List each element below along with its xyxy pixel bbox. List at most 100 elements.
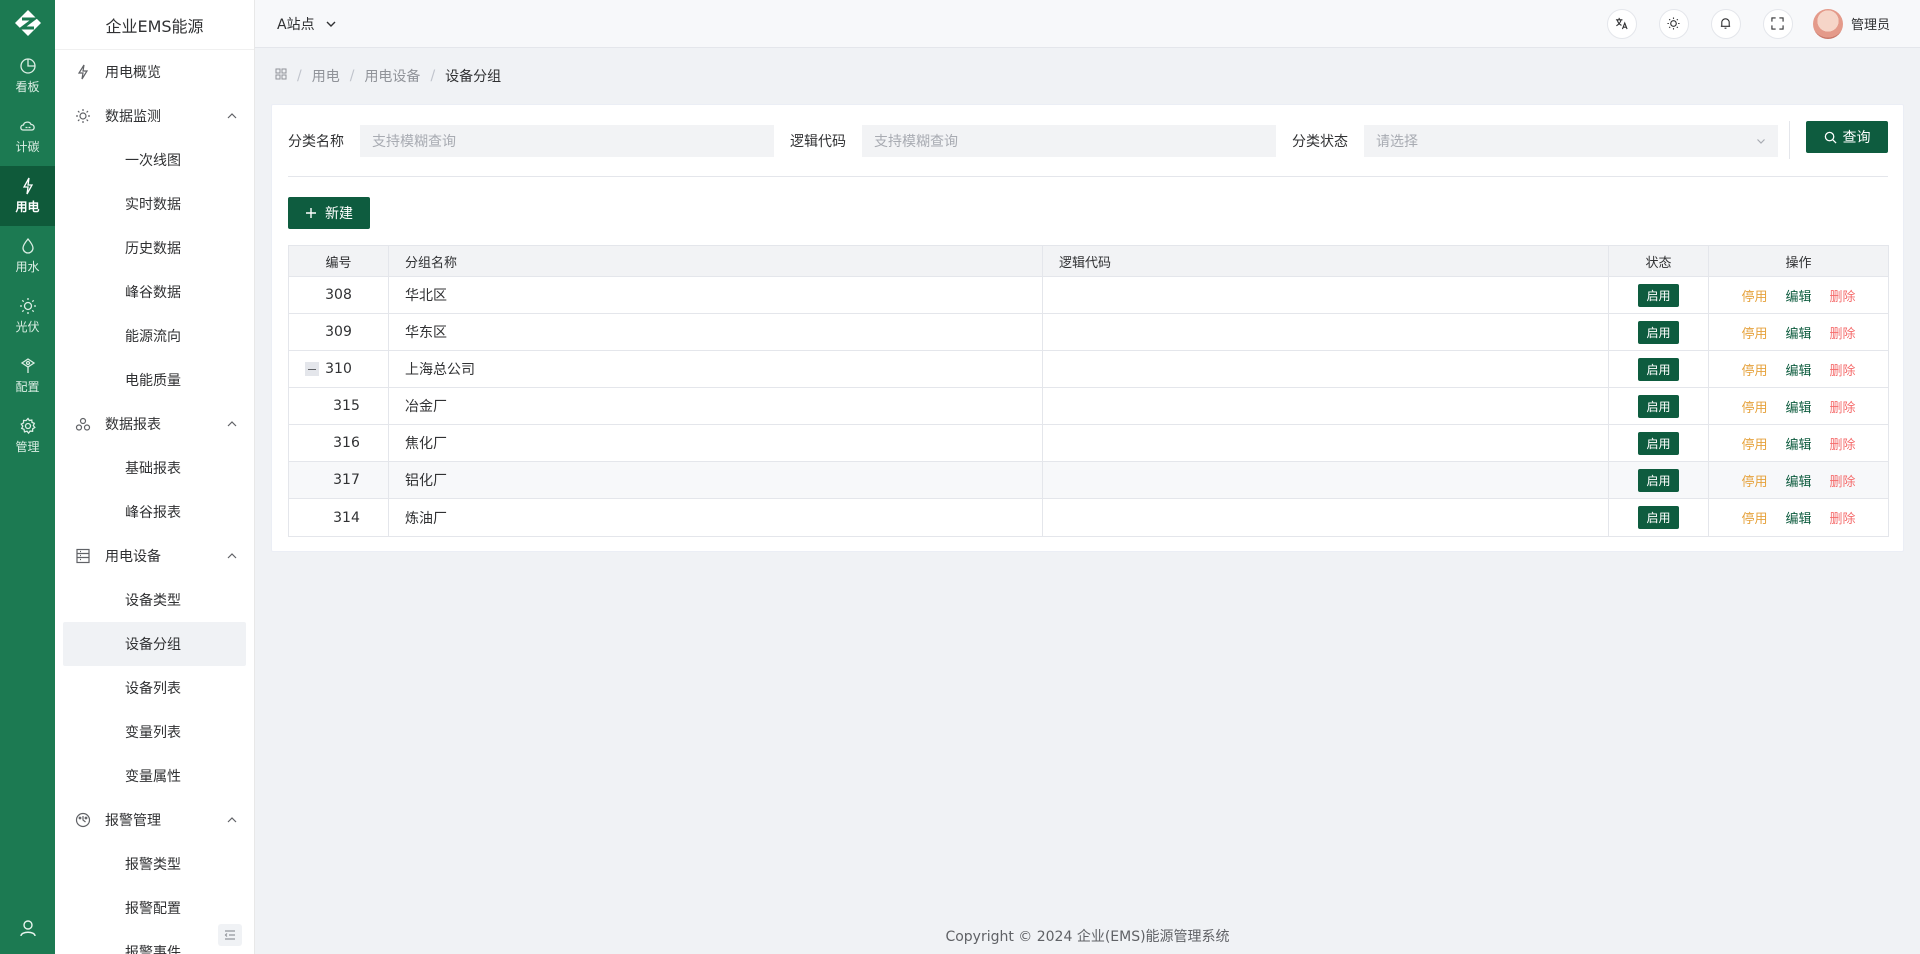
sidebar-subitem[interactable]: 历史数据 bbox=[63, 226, 246, 270]
cell-actions: 停用 编辑 删除 bbox=[1709, 425, 1888, 461]
rail-item-0[interactable]: 看板 bbox=[0, 46, 55, 106]
edit-link[interactable]: 编辑 bbox=[1785, 508, 1811, 527]
table-row[interactable]: 308 华北区 启用 停用 编辑 删除 bbox=[289, 277, 1888, 314]
edit-link[interactable]: 编辑 bbox=[1785, 397, 1811, 416]
query-button[interactable]: 查询 bbox=[1806, 121, 1888, 153]
sidebar-subitem[interactable]: 变量属性 bbox=[63, 754, 246, 798]
status-badge[interactable]: 启用 bbox=[1638, 357, 1679, 381]
sidebar-subitem[interactable]: 设备分组 bbox=[63, 622, 246, 666]
delete-link[interactable]: 删除 bbox=[1830, 323, 1856, 342]
col-header-name[interactable]: 分组名称 bbox=[389, 246, 1043, 276]
sidebar-subitem[interactable]: 变量列表 bbox=[63, 710, 246, 754]
app-logo-icon[interactable] bbox=[0, 0, 55, 46]
rail-item-6[interactable]: 管理 bbox=[0, 406, 55, 466]
status-select-placeholder: 请选择 bbox=[1376, 134, 1418, 150]
cell-name: 炼油厂 bbox=[389, 499, 1043, 536]
user-menu[interactable]: 管理员 bbox=[1812, 8, 1890, 39]
sidebar-subitem[interactable]: 基础报表 bbox=[63, 446, 246, 490]
cell-status: 启用 bbox=[1609, 388, 1709, 424]
table-row[interactable]: 315 冶金厂 启用 停用 编辑 删除 bbox=[289, 388, 1888, 425]
edit-link[interactable]: 编辑 bbox=[1785, 434, 1811, 453]
cell-id: 309 bbox=[289, 314, 389, 350]
collapse-minus-icon[interactable] bbox=[305, 362, 319, 376]
cell-code bbox=[1043, 314, 1609, 350]
theme-sun-icon[interactable] bbox=[1658, 8, 1689, 39]
col-header-status[interactable]: 状态 bbox=[1609, 246, 1709, 276]
query-button-label: 查询 bbox=[1842, 130, 1871, 146]
category-name-input[interactable]: 支持模糊查询 bbox=[360, 125, 774, 157]
col-header-code[interactable]: 逻辑代码 bbox=[1043, 246, 1609, 276]
delete-link[interactable]: 删除 bbox=[1830, 286, 1856, 305]
rail-item-2[interactable]: 用电 bbox=[0, 166, 55, 226]
status-badge[interactable]: 启用 bbox=[1638, 468, 1679, 492]
table-row[interactable]: 309 华东区 启用 停用 编辑 删除 bbox=[289, 314, 1888, 351]
delete-link[interactable]: 删除 bbox=[1830, 471, 1856, 490]
translate-icon[interactable] bbox=[1606, 8, 1637, 39]
stop-link[interactable]: 停用 bbox=[1741, 286, 1767, 305]
sidebar-subitem[interactable]: 一次线图 bbox=[63, 138, 246, 182]
rail-item-3[interactable]: 用水 bbox=[0, 226, 55, 286]
rail-item-4[interactable]: 光伏 bbox=[0, 286, 55, 346]
status-badge[interactable]: 启用 bbox=[1638, 320, 1679, 344]
device-group-table: 编号 分组名称 逻辑代码 状态 操作 308 华北区 启用 停用 编辑 删除 309 华东区启… bbox=[288, 245, 1889, 537]
edit-link[interactable]: 编辑 bbox=[1785, 323, 1811, 342]
sun-icon bbox=[19, 297, 37, 315]
sidebar-item-0[interactable]: 用电概览 bbox=[55, 50, 254, 94]
stop-link[interactable]: 停用 bbox=[1741, 323, 1767, 342]
new-group-button[interactable]: 新建 bbox=[288, 197, 370, 229]
table-row[interactable]: 310 上海总公司 启用 停用 编辑 删除 bbox=[289, 351, 1888, 388]
logic-code-input[interactable]: 支持模糊查询 bbox=[862, 125, 1276, 157]
sidebar-subitem[interactable]: 实时数据 bbox=[63, 182, 246, 226]
home-grid-icon[interactable] bbox=[275, 68, 287, 84]
delete-link[interactable]: 删除 bbox=[1830, 508, 1856, 527]
stop-link[interactable]: 停用 bbox=[1741, 471, 1767, 490]
cell-code bbox=[1043, 351, 1609, 387]
edit-link[interactable]: 编辑 bbox=[1785, 360, 1811, 379]
row-id: 314 bbox=[333, 509, 360, 526]
app-rail: 看板计碳用电用水 光伏 配置 管理 bbox=[0, 0, 55, 954]
status-badge[interactable]: 启用 bbox=[1638, 431, 1679, 455]
delete-link[interactable]: 删除 bbox=[1830, 360, 1856, 379]
sidebar-item-1[interactable]: 数据监测 bbox=[55, 94, 254, 138]
table-row[interactable]: 316 焦化厂 启用 停用 编辑 删除 bbox=[289, 425, 1888, 462]
edit-link[interactable]: 编辑 bbox=[1785, 286, 1811, 305]
status-badge[interactable]: 启用 bbox=[1638, 394, 1679, 418]
status-badge[interactable]: 启用 bbox=[1638, 283, 1679, 307]
sidebar-item-3[interactable]: 用电设备 bbox=[55, 534, 254, 578]
status-select[interactable]: 请选择 bbox=[1364, 125, 1778, 157]
rail-item-label: 看板 bbox=[15, 80, 40, 94]
sidebar-item-label: 用电设备 bbox=[105, 549, 161, 565]
edit-link[interactable]: 编辑 bbox=[1785, 471, 1811, 490]
user-profile-icon[interactable] bbox=[0, 918, 55, 938]
breadcrumb-item[interactable]: 用电设备 bbox=[364, 66, 420, 86]
fullscreen-icon[interactable] bbox=[1762, 8, 1793, 39]
delete-link[interactable]: 删除 bbox=[1830, 434, 1856, 453]
rail-item-label: 用电 bbox=[15, 200, 40, 214]
stop-link[interactable]: 停用 bbox=[1741, 508, 1767, 527]
sidebar-subitem[interactable]: 峰谷报表 bbox=[63, 490, 246, 534]
sidebar-subitem[interactable]: 能源流向 bbox=[63, 314, 246, 358]
site-selector[interactable]: A站点 bbox=[277, 14, 337, 34]
collapse-sidebar-icon[interactable] bbox=[218, 924, 242, 946]
sidebar-subitem[interactable]: 峰谷数据 bbox=[63, 270, 246, 314]
stop-link[interactable]: 停用 bbox=[1741, 434, 1767, 453]
sidebar-subitem[interactable]: 设备列表 bbox=[63, 666, 246, 710]
sidebar-item-2[interactable]: 数据报表 bbox=[55, 402, 254, 446]
table-row[interactable]: 314 炼油厂 启用 停用 编辑 删除 bbox=[289, 499, 1888, 536]
sidebar-subitem[interactable]: 报警类型 bbox=[63, 842, 246, 886]
carbon-cloud-icon bbox=[19, 117, 37, 135]
bell-icon[interactable] bbox=[1710, 8, 1741, 39]
sidebar-subitem[interactable]: 设备类型 bbox=[63, 578, 246, 622]
delete-link[interactable]: 删除 bbox=[1830, 397, 1856, 416]
col-header-id[interactable]: 编号 bbox=[289, 246, 389, 276]
stop-link[interactable]: 停用 bbox=[1741, 397, 1767, 416]
sidebar: 企业EMS能源 用电概览 数据监测 一次线图 实时数据 历史数据 峰谷数据 能源流向 电能质量… bbox=[55, 0, 255, 954]
stop-link[interactable]: 停用 bbox=[1741, 360, 1767, 379]
sidebar-subitem[interactable]: 电能质量 bbox=[63, 358, 246, 402]
rail-item-5[interactable]: 配置 bbox=[0, 346, 55, 406]
breadcrumb-item[interactable]: 用电 bbox=[312, 66, 340, 86]
sidebar-item-4[interactable]: 报警管理 bbox=[55, 798, 254, 842]
rail-item-1[interactable]: 计碳 bbox=[0, 106, 55, 166]
table-row[interactable]: 317 铝化厂 启用 停用 编辑 删除 bbox=[289, 462, 1888, 499]
status-badge[interactable]: 启用 bbox=[1638, 506, 1679, 529]
